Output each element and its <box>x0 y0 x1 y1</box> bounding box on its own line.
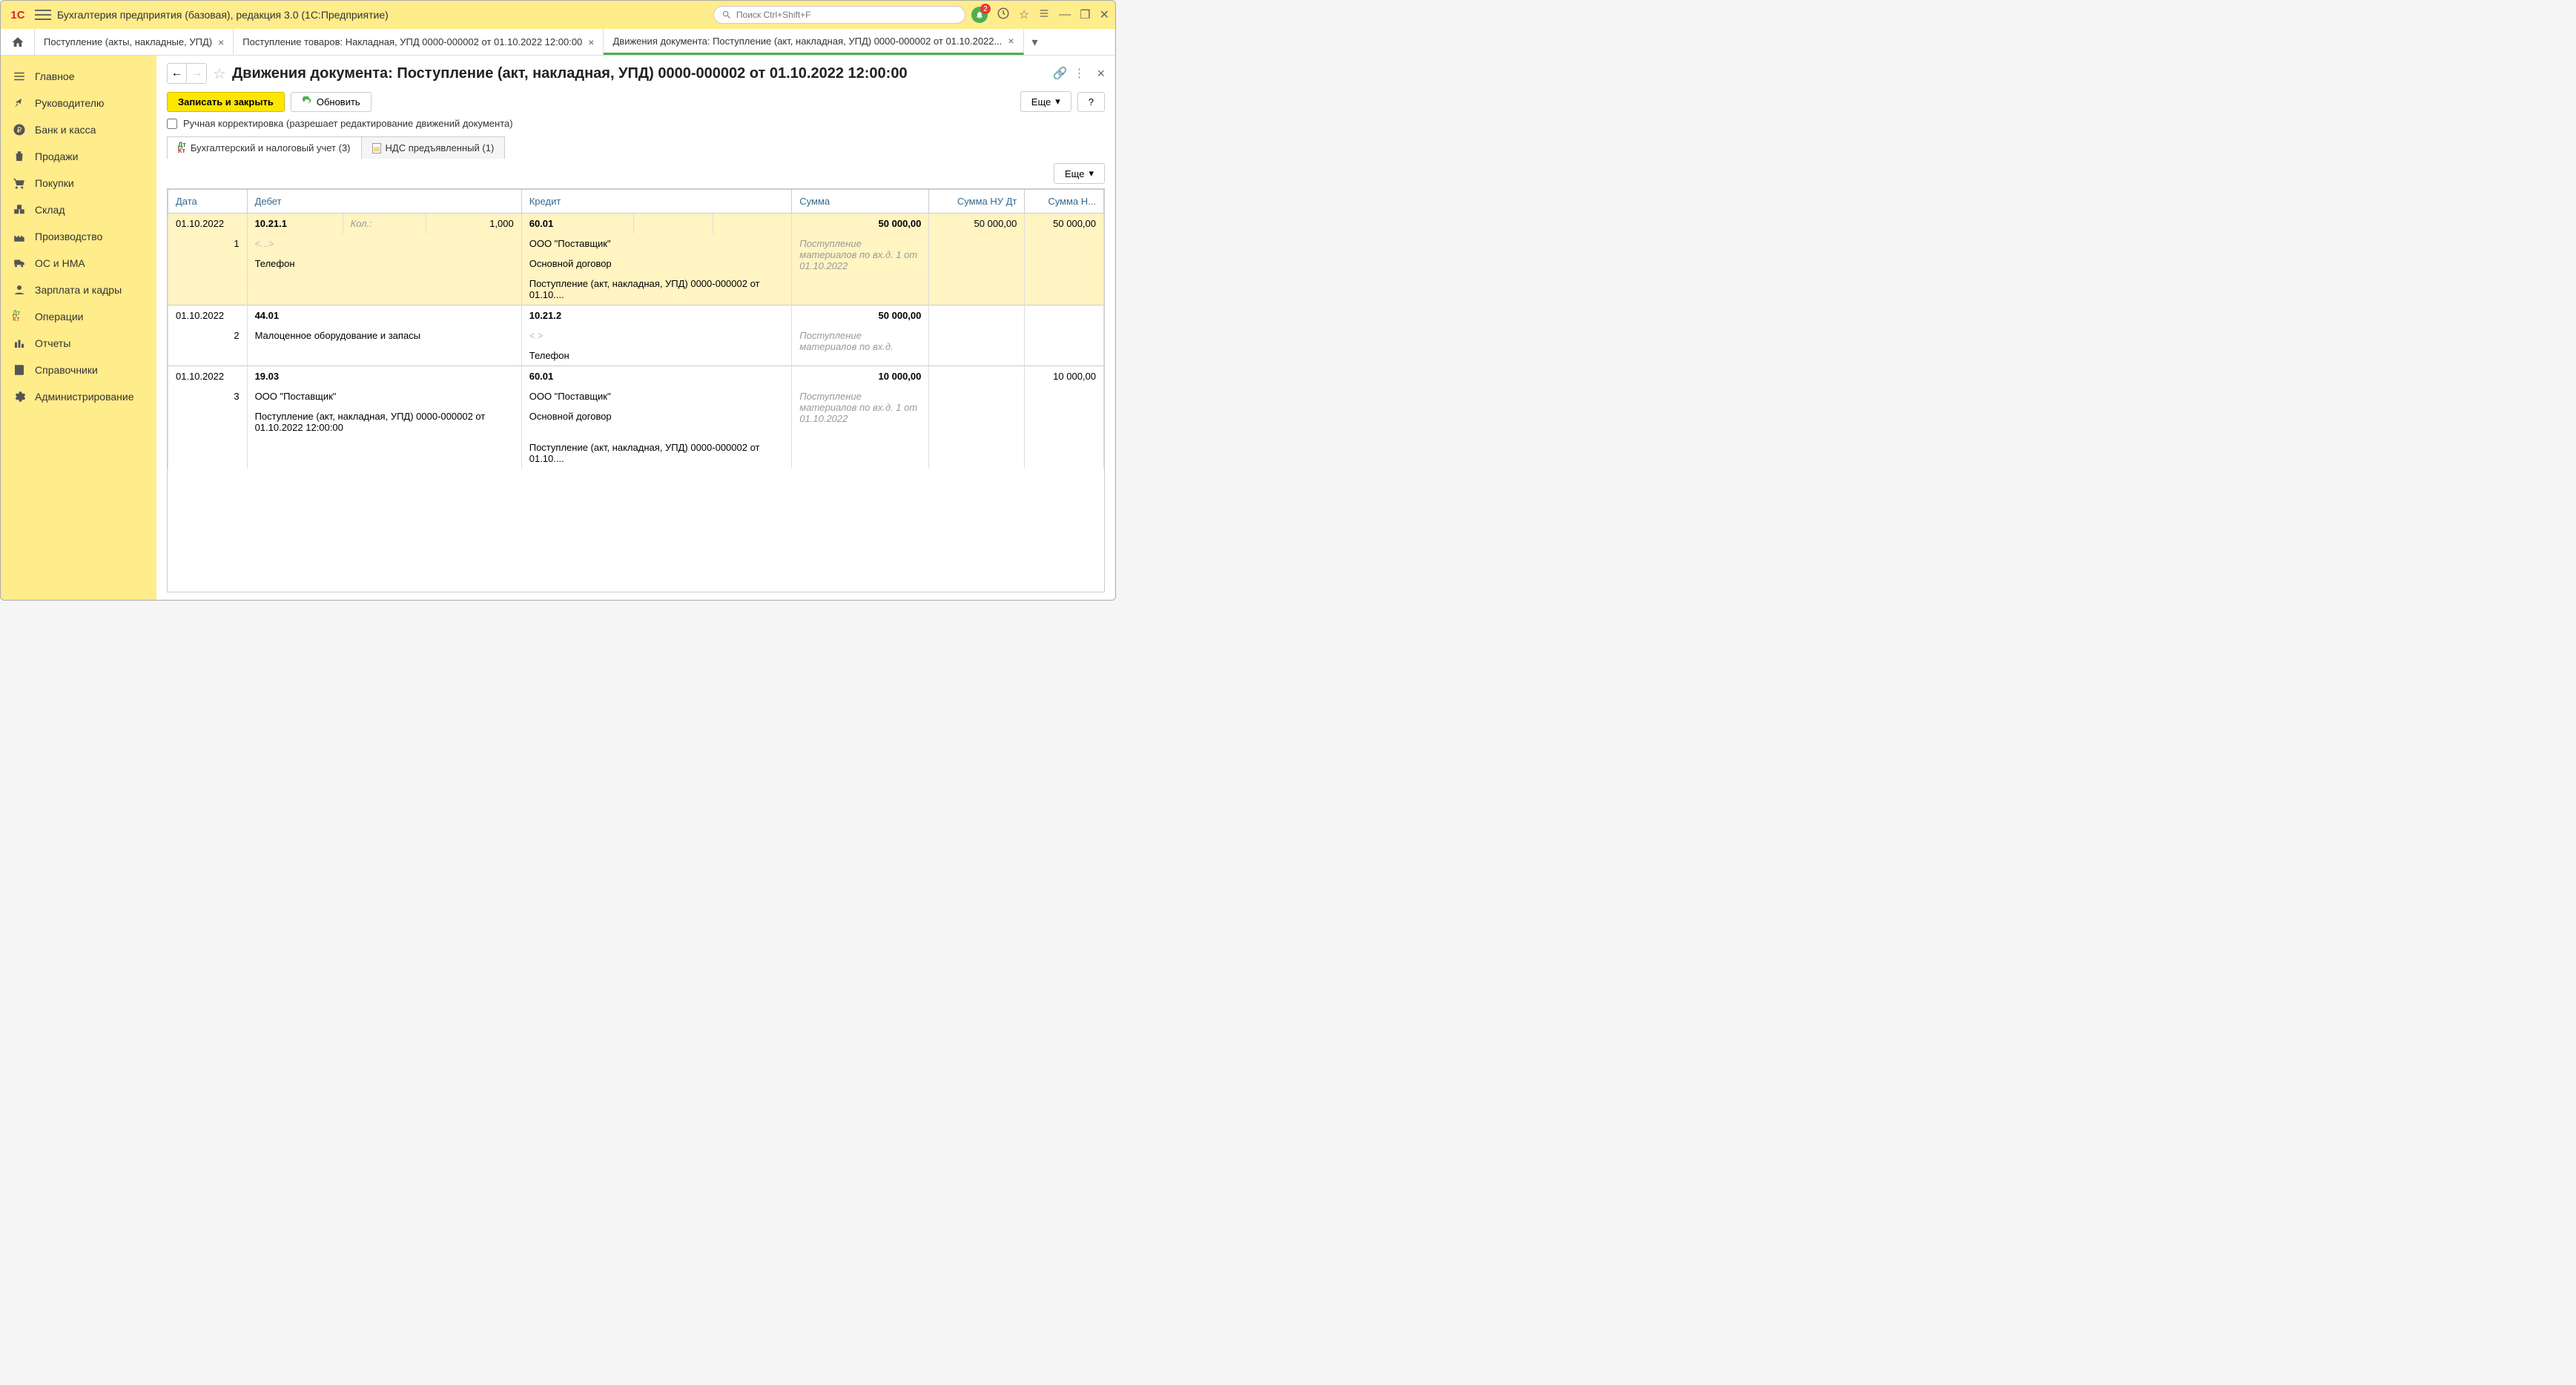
bag-icon <box>13 150 26 163</box>
tab-accounting[interactable]: ДтКт Бухгалтерский и налоговый учет (3) <box>168 137 362 159</box>
refresh-icon <box>302 96 312 107</box>
tab-close-icon[interactable]: × <box>218 36 224 48</box>
col-debit[interactable]: Дебет <box>247 190 521 214</box>
table-row[interactable]: 2 Малоценное оборудование и запасы < > П… <box>168 325 1104 346</box>
book-icon <box>13 363 26 377</box>
sidebar-item-admin[interactable]: Администрирование <box>1 383 156 410</box>
sidebar-item-reports[interactable]: Отчеты <box>1 330 156 357</box>
sidebar-item-warehouse[interactable]: Склад <box>1 196 156 223</box>
star-icon[interactable]: ☆ <box>1019 7 1029 22</box>
help-button[interactable]: ? <box>1077 92 1105 112</box>
tab-receipt[interactable]: Поступление товаров: Накладная, УПД 0000… <box>234 29 604 55</box>
sidebar-item-assets[interactable]: ОС и НМА <box>1 250 156 277</box>
home-icon <box>11 36 24 49</box>
link-icon[interactable]: 🔗 <box>1053 66 1068 81</box>
manual-edit-label: Ручная корректировка (разрешает редактир… <box>183 118 513 129</box>
more-button[interactable]: Еще ▾ <box>1020 91 1071 112</box>
gear-icon <box>13 390 26 403</box>
table-row[interactable]: 01.10.2022 10.21.1 Кол.: 1,000 60.01 50 … <box>168 214 1104 234</box>
forward-button[interactable]: → <box>187 64 206 83</box>
tab-movements[interactable]: Движения документа: Поступление (акт, на… <box>604 29 1023 55</box>
dtkt-icon: ДтКт <box>13 310 26 323</box>
tabs-dropdown[interactable]: ▾ <box>1024 29 1046 55</box>
arrow-icon <box>13 96 26 110</box>
home-tab[interactable] <box>1 29 35 55</box>
document-icon <box>372 143 381 153</box>
minimize-icon[interactable]: — <box>1059 8 1071 22</box>
refresh-button[interactable]: Обновить <box>291 92 371 112</box>
app-logo: 1C <box>7 7 29 23</box>
sidebar-item-purchases[interactable]: Покупки <box>1 170 156 196</box>
notification-icon[interactable] <box>971 7 988 23</box>
titlebar: 1C Бухгалтерия предприятия (базовая), ре… <box>1 1 1115 29</box>
search-icon <box>721 10 732 20</box>
truck-icon <box>13 257 26 270</box>
history-icon[interactable] <box>997 7 1010 24</box>
col-sum[interactable]: Сумма <box>792 190 929 214</box>
sidebar-item-salary[interactable]: Зарплата и кадры <box>1 277 156 303</box>
sidebar-item-operations[interactable]: ДтКтОперации <box>1 303 156 330</box>
save-close-button[interactable]: Записать и закрыть <box>167 92 285 112</box>
svg-text:₽: ₽ <box>17 126 22 135</box>
back-button[interactable]: ← <box>168 64 187 83</box>
person-icon <box>13 283 26 297</box>
manual-edit-checkbox[interactable] <box>167 119 177 129</box>
sidebar: Главное Руководителю ₽Банк и касса Прода… <box>1 56 156 600</box>
col-sum-nu-kt[interactable]: Сумма Н... <box>1025 190 1104 214</box>
col-sum-nu-dt[interactable]: Сумма НУ Дт <box>929 190 1025 214</box>
cart-icon <box>13 176 26 190</box>
tab-list[interactable]: Поступление (акты, накладные, УПД) × <box>35 29 234 55</box>
sidebar-item-sales[interactable]: Продажи <box>1 143 156 170</box>
tab-close-icon[interactable]: × <box>588 36 594 48</box>
favorite-star-icon[interactable]: ☆ <box>213 65 226 83</box>
close-icon[interactable]: ✕ <box>1100 7 1109 22</box>
settings-icon[interactable] <box>1038 7 1050 23</box>
table-header-row: Дата Дебет Кредит Сумма Сумма НУ Дт Сумм… <box>168 190 1104 214</box>
table-row[interactable]: 1 <...> ООО "Поставщик" Поступление мате… <box>168 234 1104 254</box>
app-title: Бухгалтерия предприятия (базовая), редак… <box>57 9 707 21</box>
menu-icon[interactable] <box>35 7 51 23</box>
table-row[interactable]: 01.10.2022 44.01 10.21.2 50 000,00 <box>168 305 1104 326</box>
sidebar-item-manager[interactable]: Руководителю <box>1 90 156 116</box>
col-credit[interactable]: Кредит <box>521 190 792 214</box>
tab-vat[interactable]: НДС предъявленный (1) <box>362 137 505 159</box>
grid[interactable]: Дата Дебет Кредит Сумма Сумма НУ Дт Сумм… <box>167 188 1105 592</box>
ruble-icon: ₽ <box>13 123 26 136</box>
close-document-icon[interactable]: × <box>1097 66 1105 82</box>
page-title: Движения документа: Поступление (акт, на… <box>232 65 1047 82</box>
grid-more-button[interactable]: Еще ▾ <box>1054 163 1105 184</box>
factory-icon <box>13 230 26 243</box>
chart-icon <box>13 337 26 350</box>
sidebar-item-production[interactable]: Производство <box>1 223 156 250</box>
dtkt-icon: ДтКт <box>178 142 186 153</box>
sidebar-item-main[interactable]: Главное <box>1 63 156 90</box>
table-row[interactable]: 01.10.2022 19.03 60.01 10 000,00 10 000,… <box>168 366 1104 387</box>
boxes-icon <box>13 203 26 216</box>
sidebar-item-bank[interactable]: ₽Банк и касса <box>1 116 156 143</box>
menu-icon <box>13 70 26 83</box>
sidebar-item-catalogs[interactable]: Справочники <box>1 357 156 383</box>
tab-close-icon[interactable]: × <box>1008 35 1014 47</box>
document-tabs: Поступление (акты, накладные, УПД) × Пос… <box>1 29 1115 56</box>
table-row[interactable]: 3 ООО "Поставщик" ООО "Поставщик" Поступ… <box>168 386 1104 406</box>
search-input[interactable] <box>713 6 965 24</box>
col-date[interactable]: Дата <box>168 190 248 214</box>
kebab-menu-icon[interactable]: ⋮ <box>1073 66 1085 81</box>
maximize-icon[interactable]: ❐ <box>1080 7 1090 22</box>
